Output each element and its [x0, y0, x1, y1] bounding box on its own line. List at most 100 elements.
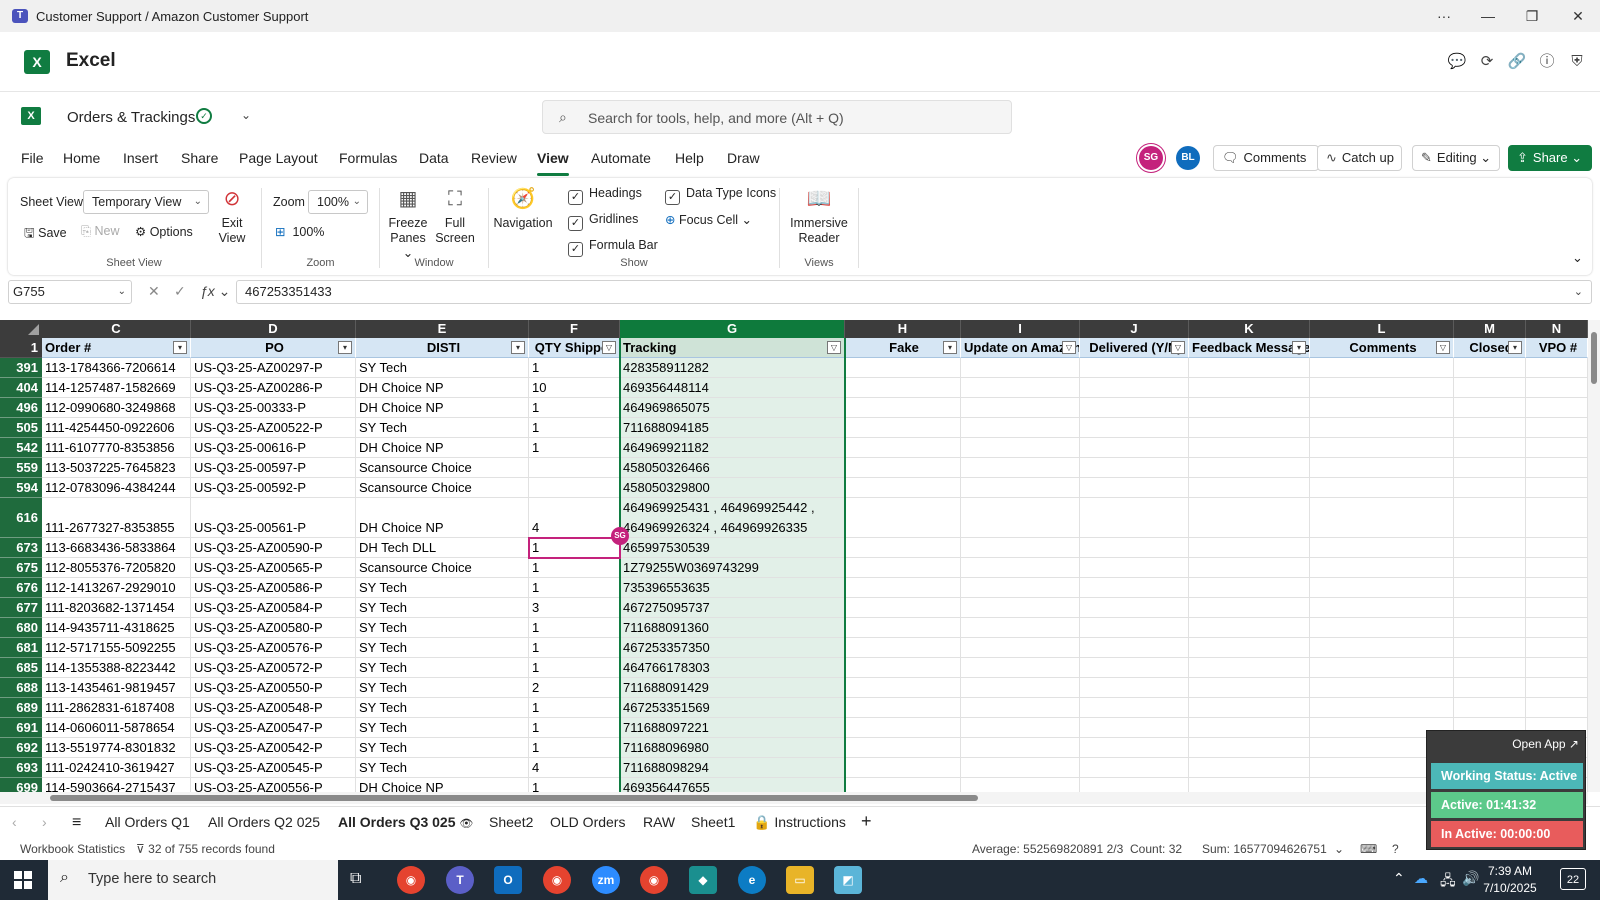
table-cell[interactable]	[1189, 478, 1310, 498]
table-cell[interactable]: 112-0990680-3249868	[42, 398, 191, 418]
table-cell[interactable]	[1080, 658, 1189, 678]
row-header[interactable]: 688	[0, 678, 42, 698]
minimize-button[interactable]: —	[1466, 0, 1510, 32]
table-cell[interactable]	[961, 598, 1080, 618]
headings-checkbox[interactable]: ✓ Headings	[568, 186, 642, 205]
table-cell[interactable]: US-Q3-25-AZ00565-P	[191, 558, 356, 578]
column-header-h[interactable]: H	[845, 320, 961, 338]
table-cell[interactable]	[1310, 558, 1454, 578]
table-cell[interactable]	[529, 458, 620, 478]
table-cell[interactable]: US-Q3-25-00592-P	[191, 478, 356, 498]
column-header-g[interactable]: G	[620, 320, 845, 338]
table-cell[interactable]: 114-0606011-5878654	[42, 718, 191, 738]
table-cell[interactable]: DH Choice NP	[356, 398, 529, 418]
chat-icon[interactable]: 💬	[1447, 52, 1467, 72]
table-cell[interactable]	[1454, 678, 1526, 698]
table-header-cell[interactable]: Closed ▾	[1454, 338, 1526, 358]
table-cell[interactable]	[1310, 598, 1454, 618]
table-cell[interactable]	[1080, 618, 1189, 638]
table-cell[interactable]	[961, 718, 1080, 738]
table-cell[interactable]	[845, 538, 961, 558]
row-header[interactable]: 681	[0, 638, 42, 658]
menu-file[interactable]: File	[21, 150, 44, 166]
row-header[interactable]: 692	[0, 738, 42, 758]
table-cell[interactable]	[845, 758, 961, 778]
table-cell[interactable]: SY Tech	[356, 758, 529, 778]
table-cell[interactable]	[845, 598, 961, 618]
column-header-c[interactable]: C	[42, 320, 191, 338]
table-cell[interactable]: US-Q3-25-AZ00522-P	[191, 418, 356, 438]
exit-view-button[interactable]: ⊘ Exit View	[208, 186, 256, 246]
table-cell[interactable]	[1189, 698, 1310, 718]
table-cell[interactable]	[1080, 558, 1189, 578]
row-header[interactable]: 693	[0, 758, 42, 778]
table-cell[interactable]	[1080, 738, 1189, 758]
table-cell[interactable]: 112-0783096-4384244	[42, 478, 191, 498]
menu-page-layout[interactable]: Page Layout	[239, 150, 318, 166]
table-cell[interactable]	[1189, 438, 1310, 458]
table-cell[interactable]	[1080, 418, 1189, 438]
table-cell[interactable]	[1454, 638, 1526, 658]
focus-cell-button[interactable]: ⊕ Focus Cell ⌄	[665, 212, 752, 227]
table-cell[interactable]: US-Q3-25-00333-P	[191, 398, 356, 418]
menu-insert[interactable]: Insert	[123, 150, 158, 166]
table-cell[interactable]	[1189, 418, 1310, 438]
menu-view[interactable]: View	[537, 150, 569, 176]
table-cell[interactable]	[1526, 578, 1588, 598]
filter-dropdown-icon[interactable]: ▾	[511, 341, 525, 354]
table-cell[interactable]: 1	[529, 418, 620, 438]
table-cell[interactable]	[845, 378, 961, 398]
table-cell[interactable]: 1	[529, 438, 620, 458]
table-cell[interactable]: 1	[529, 578, 620, 598]
tab-instructions[interactable]: 🔒 Instructions	[753, 814, 846, 831]
table-cell[interactable]	[1080, 758, 1189, 778]
table-cell[interactable]	[1080, 538, 1189, 558]
table-cell[interactable]	[1454, 618, 1526, 638]
table-cell[interactable]: 1	[529, 778, 620, 792]
search-box[interactable]: ⌕ Search for tools, help, and more (Alt …	[542, 100, 1012, 134]
column-header-f[interactable]: F	[529, 320, 620, 338]
table-cell[interactable]	[1454, 438, 1526, 458]
tab-all-orders-q2[interactable]: All Orders Q2 025	[208, 814, 320, 830]
menu-review[interactable]: Review	[471, 150, 517, 166]
open-app-button[interactable]: Open App ↗	[1512, 737, 1579, 751]
info-icon[interactable]: ⓘ	[1537, 52, 1557, 72]
table-cell[interactable]: SY Tech	[356, 678, 529, 698]
chevron-down-icon[interactable]: ⌄	[241, 108, 251, 122]
column-header-n[interactable]: N	[1526, 320, 1588, 338]
table-cell[interactable]	[845, 418, 961, 438]
tab-all-orders-q3[interactable]: All Orders Q3 025 👁	[338, 814, 474, 841]
table-cell[interactable]	[961, 738, 1080, 758]
row-header[interactable]: 559	[0, 458, 42, 478]
table-cell[interactable]	[1454, 538, 1526, 558]
app-icon[interactable]: ◆	[689, 866, 717, 894]
zoom-icon[interactable]: zm	[592, 866, 620, 894]
table-cell[interactable]	[1310, 578, 1454, 598]
formula-input[interactable]: 467253351433 ⌄	[236, 280, 1592, 304]
table-cell[interactable]	[961, 478, 1080, 498]
teams-icon[interactable]: T	[446, 866, 474, 894]
table-cell[interactable]	[1080, 678, 1189, 698]
table-cell[interactable]	[1454, 658, 1526, 678]
name-box[interactable]: G755 ⌄	[8, 280, 132, 304]
column-header-j[interactable]: J	[1080, 320, 1189, 338]
scroll-thumb[interactable]	[50, 795, 978, 801]
column-header-d[interactable]: D	[191, 320, 356, 338]
table-cell[interactable]	[845, 618, 961, 638]
table-cell[interactable]	[1189, 678, 1310, 698]
table-cell[interactable]: 111-2677327-8353855	[42, 498, 191, 538]
new-view-button[interactable]: ⎘ New	[81, 224, 120, 239]
table-cell[interactable]	[961, 578, 1080, 598]
table-cell[interactable]: 111-8203682-1371454	[42, 598, 191, 618]
table-cell[interactable]	[1080, 498, 1189, 538]
notifications-button[interactable]: 22	[1560, 868, 1586, 890]
link-icon[interactable]: 🔗	[1507, 52, 1527, 72]
scroll-thumb[interactable]	[1591, 332, 1597, 384]
table-cell[interactable]	[1310, 478, 1454, 498]
next-sheet-icon[interactable]: ›	[42, 814, 47, 830]
table-cell[interactable]: SY Tech	[356, 618, 529, 638]
volume-icon[interactable]: 🔊	[1462, 870, 1479, 887]
catch-up-button[interactable]: ∿ Catch up	[1317, 145, 1402, 171]
tab-all-orders-q1[interactable]: All Orders Q1	[105, 814, 190, 830]
table-header-cell[interactable]: VPO #	[1526, 338, 1588, 358]
